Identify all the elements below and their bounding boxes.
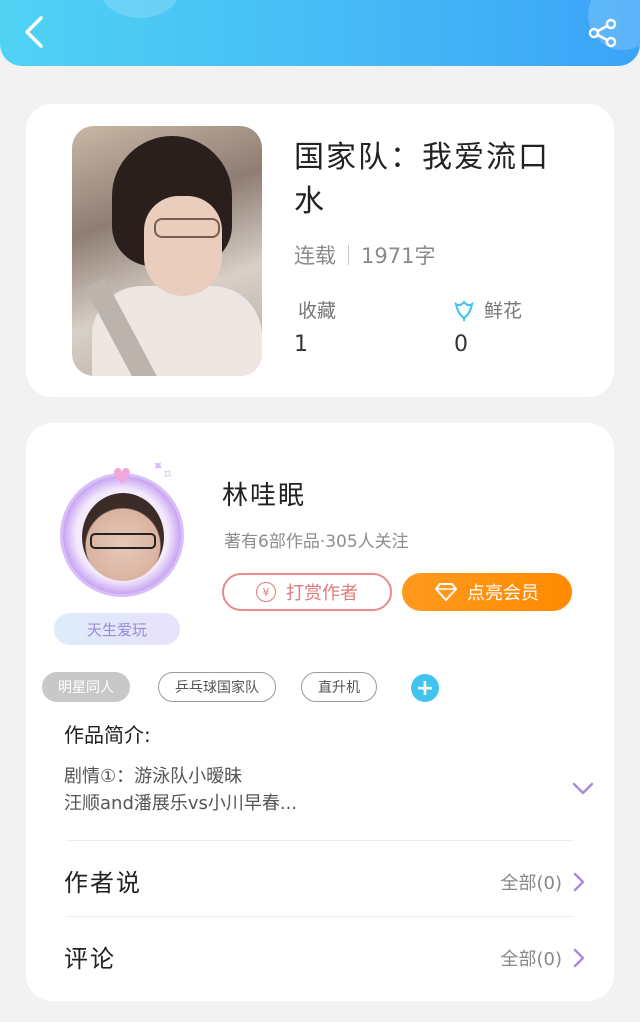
vip-label: 点亮会员 — [467, 583, 539, 604]
author-says-label: 作者说 — [64, 869, 142, 897]
tip-author-label: 打赏作者 — [286, 583, 358, 604]
avatar-photo — [82, 493, 164, 581]
divider — [66, 916, 574, 917]
book-info-card: 国家队：我爱流口水 连载 1971字 收藏 1 鲜花 0 — [26, 104, 614, 397]
author-name[interactable]: 林哇眠 — [222, 475, 306, 512]
top-header — [0, 0, 640, 66]
author-stats: 著有6部作品·305人关注 — [224, 532, 409, 552]
favorites-count: 1 — [294, 332, 308, 357]
flowers-count: 0 — [454, 332, 468, 357]
chevron-right-icon — [573, 948, 585, 968]
flower-icon — [454, 299, 474, 321]
heart-icon: ♥ — [112, 465, 132, 490]
flowers-label-text: 鲜花 — [484, 300, 523, 322]
book-meta: 连载 1971字 — [294, 240, 435, 270]
meta-divider — [348, 245, 349, 265]
tip-author-button[interactable]: ¥ 打赏作者 — [222, 573, 392, 611]
yen-icon: ¥ — [256, 582, 276, 602]
share-button[interactable] — [584, 14, 622, 52]
author-says-all-text: 全部(0) — [500, 873, 563, 894]
vip-button[interactable]: 点亮会员 — [402, 573, 572, 611]
intro-text: 剧情①：游泳队小暧昧 汪顺and潘展乐vs小川早春... — [64, 766, 298, 814]
chevron-down-icon[interactable] — [570, 775, 596, 801]
favorites-label-text: 收藏 — [298, 300, 337, 322]
comments-label: 评论 — [64, 945, 116, 973]
book-title: 国家队：我爱流口水 — [294, 140, 550, 219]
author-badge: 天生爱玩 — [54, 613, 180, 645]
favorites-label: 收藏 — [298, 296, 336, 323]
book-cover-image[interactable] — [72, 126, 262, 376]
header-bubble-decoration — [100, 0, 180, 18]
back-chevron-icon — [25, 16, 43, 48]
intro-label: 作品简介: — [64, 723, 151, 747]
author-says-all-link[interactable]: 全部(0) — [501, 869, 587, 895]
book-status: 连载 — [294, 244, 336, 268]
add-tag-button[interactable]: + — [411, 674, 439, 702]
share-icon — [588, 18, 617, 48]
author-avatar[interactable]: ♥ ✦✧ — [54, 455, 194, 599]
author-card: ♥ ✦✧ 天生爱玩 林哇眠 著有6部作品·305人关注 ¥ 打赏作者 点亮会员 … — [26, 423, 614, 1001]
tag-item[interactable]: 直升机 — [301, 672, 377, 702]
book-word-count: 1971字 — [361, 244, 436, 268]
diamond-icon — [435, 583, 457, 601]
tag-item[interactable]: 明星同人 — [42, 672, 130, 702]
comments-all-link[interactable]: 全部(0) — [501, 945, 587, 971]
divider — [66, 840, 574, 841]
back-button[interactable] — [14, 12, 54, 52]
flowers-label: 鲜花 — [452, 296, 522, 323]
tag-item[interactable]: 乒乓球国家队 — [158, 672, 276, 702]
chevron-right-icon — [573, 872, 585, 892]
comments-all-text: 全部(0) — [500, 949, 563, 970]
